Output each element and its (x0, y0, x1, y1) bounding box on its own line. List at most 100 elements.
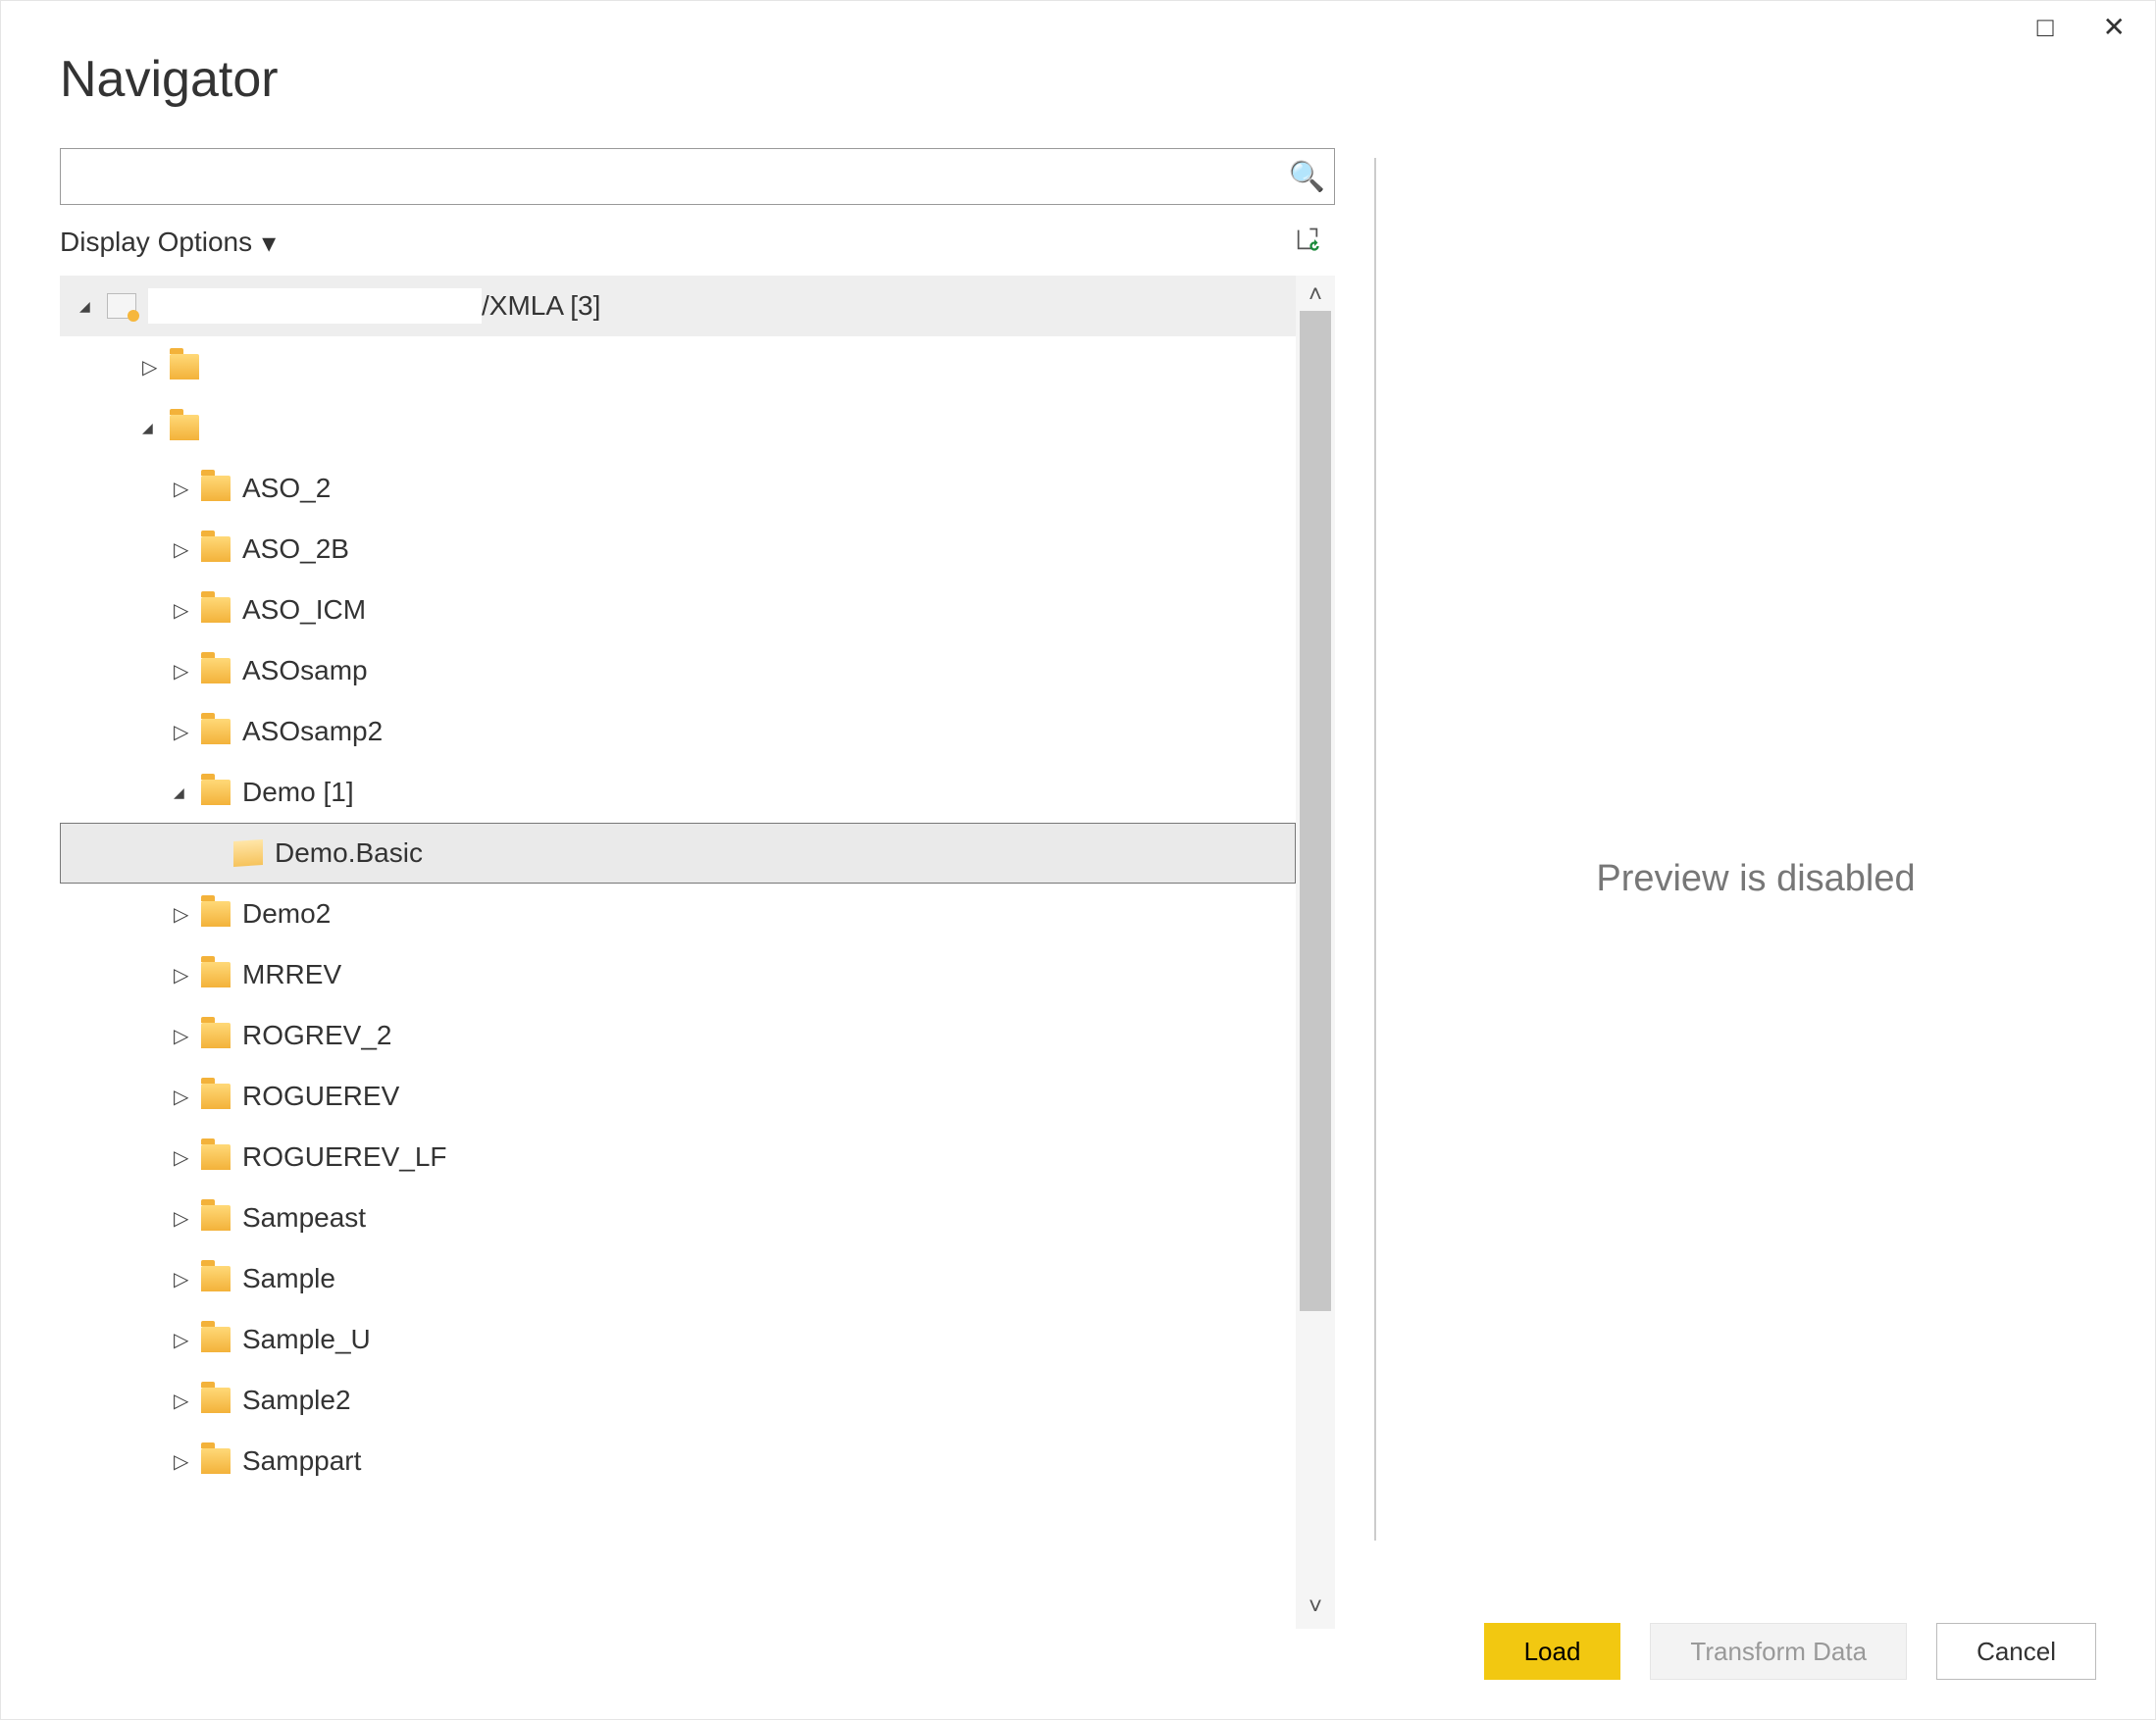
window-controls: □ ✕ (2037, 11, 2126, 43)
tree-item[interactable]: ◢ Demo [1] (60, 762, 1296, 823)
tree-item-label: ROGUEREV (242, 1081, 399, 1112)
tree-root[interactable]: ◢ /XMLA [3] (60, 276, 1296, 336)
close-icon[interactable]: ✕ (2103, 11, 2126, 43)
expand-icon[interactable]: ▷ (174, 1024, 201, 1048)
folder-icon (201, 536, 231, 562)
tree-item-label: ASO_2 (242, 473, 331, 504)
folder-icon (201, 1266, 231, 1291)
expand-icon[interactable]: ▷ (174, 963, 201, 987)
expand-icon[interactable]: ▷ (174, 902, 201, 927)
tree-item-label: ASOsamp2 (242, 716, 383, 747)
dialog-header: Navigator (1, 1, 2155, 128)
tree-view: ◢/XMLA [3]▷◢▷ASO_2▷ASO_2B▷ASO_ICM▷ASOsam… (60, 276, 1335, 1629)
tree-item[interactable]: Demo.Basic (60, 823, 1296, 884)
tree-item[interactable]: ▷ ASO_2B (60, 519, 1296, 580)
folder-icon (201, 476, 231, 501)
expand-icon[interactable]: ▷ (174, 598, 201, 623)
folder-icon (201, 658, 231, 683)
tree-item[interactable]: ▷ MRREV (60, 944, 1296, 1005)
display-options-dropdown[interactable]: Display Options ▾ (60, 227, 276, 259)
collapse-icon[interactable]: ◢ (142, 420, 170, 436)
tree-item-label: Demo [1] (242, 777, 354, 808)
load-button[interactable]: Load (1484, 1623, 1621, 1680)
tree-item-label: ASO_2B (242, 533, 349, 565)
folder-icon (201, 1023, 231, 1048)
tree-item[interactable]: ▷ Demo2 (60, 884, 1296, 944)
dialog-footer: Load Transform Data Cancel (1484, 1623, 2096, 1680)
folder-icon (201, 1205, 231, 1231)
folder-icon (201, 597, 231, 623)
folder-icon (170, 415, 199, 440)
expand-icon[interactable]: ▷ (174, 720, 201, 744)
expand-icon[interactable]: ▷ (174, 1085, 201, 1109)
tree-item-label: Demo2 (242, 898, 331, 930)
cube-icon (233, 839, 263, 867)
tree-item[interactable]: ▷ Sampeast (60, 1188, 1296, 1248)
scroll-up-icon[interactable]: ˄ (1309, 281, 1322, 311)
expand-icon[interactable]: ▷ (174, 537, 201, 562)
transform-data-button: Transform Data (1650, 1623, 1907, 1680)
tree-item[interactable]: ▷ ASOsamp2 (60, 701, 1296, 762)
search-input[interactable] (61, 149, 1280, 204)
folder-icon (201, 1327, 231, 1352)
folder-icon (201, 719, 231, 744)
expand-icon[interactable]: ▷ (174, 1389, 201, 1413)
redacted-server-name (148, 288, 482, 324)
maximize-icon[interactable]: □ (2037, 12, 2054, 43)
tree-item[interactable]: ▷ ROGREV_2 (60, 1005, 1296, 1066)
preview-message: Preview is disabled (1596, 858, 1915, 900)
dialog-title: Navigator (60, 50, 2096, 109)
folder-icon (170, 354, 199, 379)
folder-icon (201, 962, 231, 987)
tree-item[interactable]: ▷ Sample_U (60, 1309, 1296, 1370)
display-options-label: Display Options (60, 227, 252, 258)
tree-item[interactable]: ▷ ROGUEREV_LF (60, 1127, 1296, 1188)
tree-item-label: Samppart (242, 1445, 361, 1477)
expand-icon[interactable]: ▷ (174, 1206, 201, 1231)
tree-item-label: MRREV (242, 959, 341, 990)
expand-icon[interactable]: ▷ (174, 1449, 201, 1474)
tree-item[interactable]: ◢ (60, 397, 1296, 458)
folder-icon (201, 780, 231, 805)
tree-item-label: ROGREV_2 (242, 1020, 392, 1051)
folder-icon (201, 1448, 231, 1474)
scrollbar[interactable]: ˄ ˅ (1296, 276, 1335, 1629)
tree-item-label: ASO_ICM (242, 594, 366, 626)
folder-icon (201, 1144, 231, 1170)
left-panel: 🔍 Display Options ▾ ◢/XMLA [3]▷◢▷ASO_2▷A… (60, 128, 1335, 1629)
tree-item-label: Sample_U (242, 1324, 371, 1355)
tree-root-label: /XMLA [3] (482, 290, 600, 322)
expand-icon[interactable]: ▷ (174, 659, 201, 683)
folder-icon (201, 1388, 231, 1413)
tree-item-label: ROGUEREV_LF (242, 1141, 447, 1173)
search-box[interactable]: 🔍 (60, 148, 1335, 205)
expand-icon[interactable]: ▷ (174, 477, 201, 501)
tree-item-label: Sample2 (242, 1385, 351, 1416)
expand-icon[interactable]: ▷ (174, 1328, 201, 1352)
tree-item[interactable]: ▷ Sample2 (60, 1370, 1296, 1431)
collapse-icon[interactable]: ◢ (174, 784, 201, 801)
cancel-button[interactable]: Cancel (1936, 1623, 2096, 1680)
tree-item[interactable]: ▷ (60, 336, 1296, 397)
collapse-icon[interactable]: ◢ (79, 298, 107, 315)
expand-icon[interactable]: ▷ (174, 1145, 201, 1170)
search-icon[interactable]: 🔍 (1280, 149, 1334, 204)
tree-item[interactable]: ▷ ASO_ICM (60, 580, 1296, 640)
tree-item[interactable]: ▷ Samppart (60, 1431, 1296, 1492)
vertical-divider (1374, 158, 1376, 1541)
tree-item[interactable]: ▷ASOsamp (60, 640, 1296, 701)
scroll-down-icon[interactable]: ˅ (1309, 1594, 1322, 1623)
tree-item-label: Sample (242, 1263, 335, 1294)
expand-icon[interactable]: ▷ (142, 355, 170, 379)
refresh-icon[interactable] (1294, 226, 1335, 260)
db-icon (107, 293, 136, 319)
tree-item[interactable]: ▷ ASO_2 (60, 458, 1296, 519)
scroll-thumb[interactable] (1300, 311, 1331, 1311)
chevron-down-icon: ▾ (262, 227, 276, 259)
folder-icon (201, 1084, 231, 1109)
preview-panel: Preview is disabled (1415, 128, 2096, 1629)
tree-item-label: Sampeast (242, 1202, 366, 1234)
expand-icon[interactable]: ▷ (174, 1267, 201, 1291)
tree-item[interactable]: ▷ Sample (60, 1248, 1296, 1309)
tree-item[interactable]: ▷ ROGUEREV (60, 1066, 1296, 1127)
